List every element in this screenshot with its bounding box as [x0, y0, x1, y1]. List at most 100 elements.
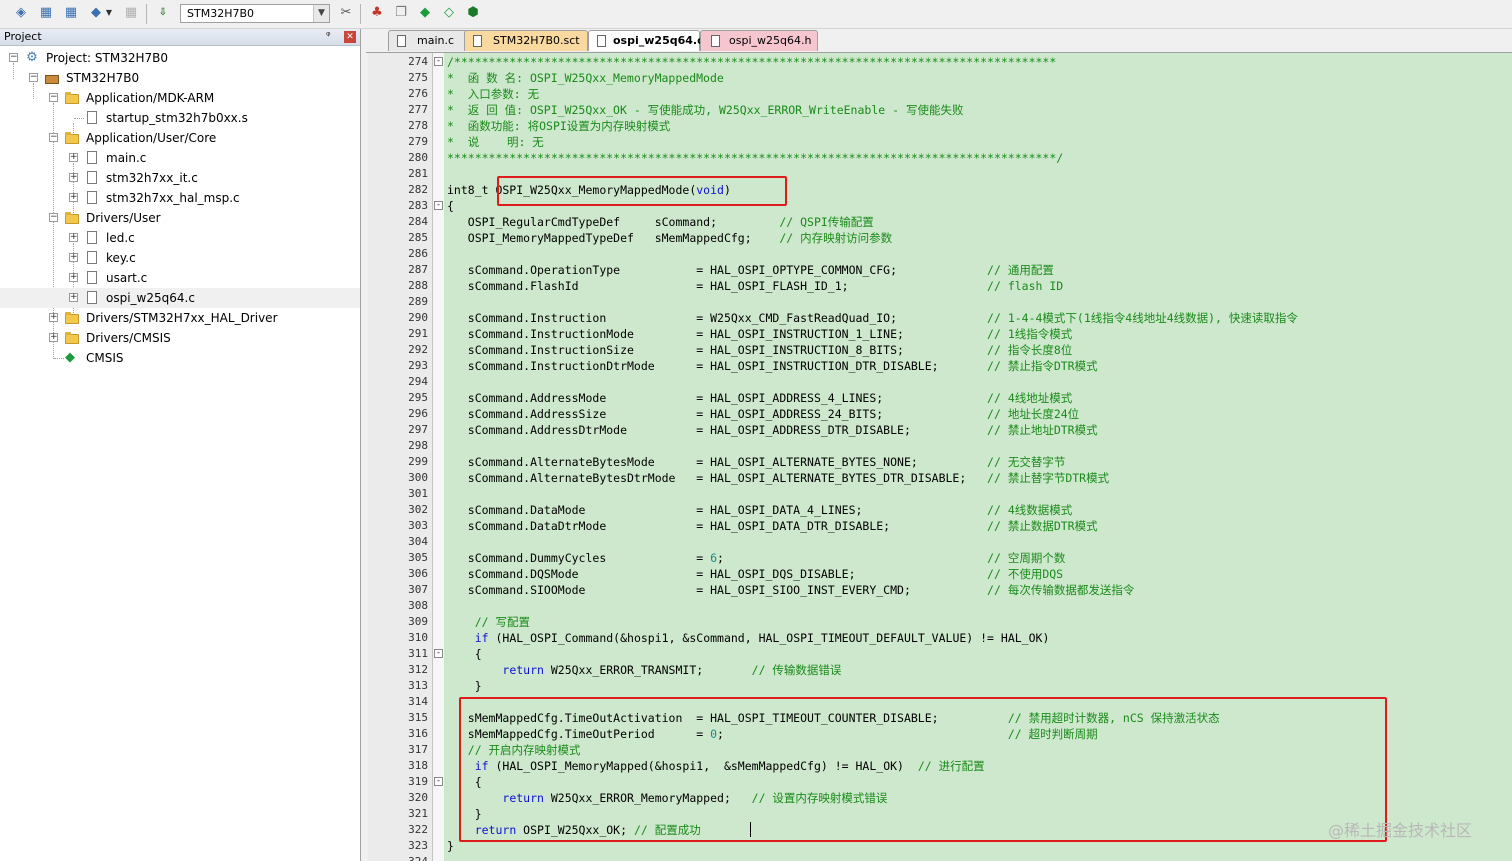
code-line[interactable]: 314: [368, 694, 1512, 710]
expand-icon[interactable]: +: [69, 253, 78, 262]
green-diamond-icon[interactable]: ◇: [440, 4, 458, 22]
code-line[interactable]: 319- {: [368, 774, 1512, 790]
translate-icon[interactable]: ◈: [12, 4, 30, 22]
code-line[interactable]: 312 return W25Qxx_ERROR_TRANSMIT; // 传输数…: [368, 662, 1512, 678]
pin-icon[interactable]: ᵠ: [326, 29, 331, 42]
expand-icon[interactable]: +: [49, 333, 58, 342]
code-line[interactable]: 313 }: [368, 678, 1512, 694]
collapse-icon[interactable]: −: [49, 133, 58, 142]
code-line[interactable]: 298: [368, 438, 1512, 454]
collapse-icon[interactable]: −: [29, 73, 38, 82]
code-line[interactable]: 297 sCommand.AddressDtrMode = HAL_OSPI_A…: [368, 422, 1512, 438]
code-line[interactable]: 278 * 函数功能: 将OSPI设置为内存映射模式: [368, 118, 1512, 134]
tab-ospi-w25q64-h[interactable]: ospi_w25q64.h: [700, 30, 818, 51]
fold-toggle-icon[interactable]: -: [434, 649, 443, 658]
tree-item-group[interactable]: − Application/MDK-ARM: [0, 88, 360, 108]
code-line[interactable]: 292 sCommand.InstructionSize = HAL_OSPI_…: [368, 342, 1512, 358]
tree-item-file-selected[interactable]: + ospi_w25q64.c: [0, 288, 360, 308]
code-line[interactable]: 318 if (HAL_OSPI_MemoryMapped(&hospi1, &…: [368, 758, 1512, 774]
tree-item-group[interactable]: + Drivers/CMSIS: [0, 328, 360, 348]
code-line[interactable]: 300 sCommand.AlternateBytesDtrMode = HAL…: [368, 470, 1512, 486]
code-line[interactable]: 303 sCommand.DataDtrMode = HAL_OSPI_DATA…: [368, 518, 1512, 534]
file-extensions-icon[interactable]: ❐: [392, 4, 410, 22]
tree-item-group[interactable]: − Application/User/Core: [0, 128, 360, 148]
code-line[interactable]: 293 sCommand.InstructionDtrMode = HAL_OS…: [368, 358, 1512, 374]
fold-toggle-icon[interactable]: -: [434, 201, 443, 210]
code-line[interactable]: 299 sCommand.AlternateBytesMode = HAL_OS…: [368, 454, 1512, 470]
code-line[interactable]: 286: [368, 246, 1512, 262]
tree-item-file[interactable]: + led.c: [0, 228, 360, 248]
code-line[interactable]: 285 OSPI_MemoryMappedTypeDef sMemMappedC…: [368, 230, 1512, 246]
code-line[interactable]: 294: [368, 374, 1512, 390]
code-line[interactable]: 274-/***********************************…: [368, 54, 1512, 70]
code-line[interactable]: 283-{: [368, 198, 1512, 214]
code-line[interactable]: 317 // 开启内存映射模式: [368, 742, 1512, 758]
tree-item-file[interactable]: + key.c: [0, 248, 360, 268]
tree-item-group[interactable]: − Drivers/User: [0, 208, 360, 228]
batch-build-icon[interactable]: ◆: [87, 4, 105, 22]
manage-components-icon[interactable]: ♣: [368, 4, 386, 22]
code-line[interactable]: 305 sCommand.DummyCycles = 6; // 空周期个数: [368, 550, 1512, 566]
code-line[interactable]: 284 OSPI_RegularCmdTypeDef sCommand; // …: [368, 214, 1512, 230]
code-line[interactable]: 310 if (HAL_OSPI_Command(&hospi1, &sComm…: [368, 630, 1512, 646]
code-line[interactable]: 275 * 函 数 名: OSPI_W25Qxx_MemoryMappedMode: [368, 70, 1512, 86]
fold-toggle-icon[interactable]: -: [434, 57, 443, 66]
code-line[interactable]: 307 sCommand.SIOOMode = HAL_OSPI_SIOO_IN…: [368, 582, 1512, 598]
code-line[interactable]: 290 sCommand.Instruction = W25Qxx_CMD_Fa…: [368, 310, 1512, 326]
chevron-down-icon[interactable]: ▼: [104, 4, 114, 22]
code-editor[interactable]: 274-/***********************************…: [368, 53, 1512, 861]
code-line[interactable]: 301: [368, 486, 1512, 502]
code-line[interactable]: 276 * 入口参数: 无: [368, 86, 1512, 102]
tree-item-project[interactable]: − ⚙ Project: STM32H7B0: [0, 48, 360, 68]
code-line[interactable]: 308: [368, 598, 1512, 614]
build-icon[interactable]: ▦: [37, 4, 55, 22]
fold-toggle-icon[interactable]: -: [434, 777, 443, 786]
tree-item-file[interactable]: startup_stm32h7b0xx.s: [0, 108, 360, 128]
code-line[interactable]: 282 int8_t OSPI_W25Qxx_MemoryMappedMode(v…: [368, 182, 1512, 198]
code-line[interactable]: 295 sCommand.AddressMode = HAL_OSPI_ADDR…: [368, 390, 1512, 406]
code-line[interactable]: 311- {: [368, 646, 1512, 662]
expand-icon[interactable]: +: [69, 173, 78, 182]
expand-icon[interactable]: +: [69, 233, 78, 242]
code-line[interactable]: 315 sMemMappedCfg.TimeOutActivation = HA…: [368, 710, 1512, 726]
tab-stm32h7b0-sct[interactable]: STM32H7B0.sct: [464, 30, 588, 51]
code-line[interactable]: 316 sMemMappedCfg.TimeOutPeriod = 0; // …: [368, 726, 1512, 742]
expand-icon[interactable]: +: [69, 293, 78, 302]
tree-item-file[interactable]: + stm32h7xx_hal_msp.c: [0, 188, 360, 208]
code-line[interactable]: 291 sCommand.InstructionMode = HAL_OSPI_…: [368, 326, 1512, 342]
tree-item-file[interactable]: + stm32h7xx_it.c: [0, 168, 360, 188]
chevron-down-icon[interactable]: ▼: [313, 5, 329, 22]
tab-ospi-w25q64-c[interactable]: ospi_w25q64.c: [588, 30, 704, 51]
download-icon[interactable]: ⇩: [154, 4, 172, 22]
select-pack-icon[interactable]: ◆: [416, 4, 434, 22]
code-line[interactable]: 280 *************************************…: [368, 150, 1512, 166]
code-line[interactable]: 309 // 写配置: [368, 614, 1512, 630]
expand-icon[interactable]: +: [69, 193, 78, 202]
collapse-icon[interactable]: −: [9, 53, 18, 62]
code-line[interactable]: 289: [368, 294, 1512, 310]
tree-item-file[interactable]: + main.c: [0, 148, 360, 168]
code-line[interactable]: 279 * 说 明: 无: [368, 134, 1512, 150]
collapse-icon[interactable]: −: [49, 93, 58, 102]
code-line[interactable]: 288 sCommand.FlashId = HAL_OSPI_FLASH_ID…: [368, 278, 1512, 294]
target-options-icon[interactable]: ✂: [337, 4, 355, 22]
close-icon[interactable]: ✕: [344, 31, 356, 43]
code-line[interactable]: 277 * 返 回 值: OSPI_W25Qxx_OK - 写使能成功, W25Q…: [368, 102, 1512, 118]
tree-item-cmsis[interactable]: ◆ CMSIS: [0, 348, 360, 368]
expand-icon[interactable]: +: [69, 153, 78, 162]
stop-build-icon[interactable]: ▦: [122, 4, 140, 22]
target-select[interactable]: STM32H7B0 ▼: [180, 4, 330, 23]
code-line[interactable]: 320 return W25Qxx_ERROR_MemoryMapped; //…: [368, 790, 1512, 806]
code-line[interactable]: 304: [368, 534, 1512, 550]
code-line[interactable]: 287 sCommand.OperationType = HAL_OSPI_OP…: [368, 262, 1512, 278]
code-line[interactable]: 302 sCommand.DataMode = HAL_OSPI_DATA_4_…: [368, 502, 1512, 518]
code-line[interactable]: 324: [368, 854, 1512, 861]
code-line[interactable]: 296 sCommand.AddressSize = HAL_OSPI_ADDR…: [368, 406, 1512, 422]
tree-item-target[interactable]: − STM32H7B0: [0, 68, 360, 88]
tree-item-file[interactable]: + usart.c: [0, 268, 360, 288]
rebuild-icon[interactable]: ▦: [62, 4, 80, 22]
expand-icon[interactable]: +: [69, 273, 78, 282]
code-line[interactable]: 306 sCommand.DQSMode = HAL_OSPI_DQS_DISA…: [368, 566, 1512, 582]
pack-installer-icon[interactable]: ⬢: [464, 4, 482, 22]
code-line[interactable]: 281: [368, 166, 1512, 182]
